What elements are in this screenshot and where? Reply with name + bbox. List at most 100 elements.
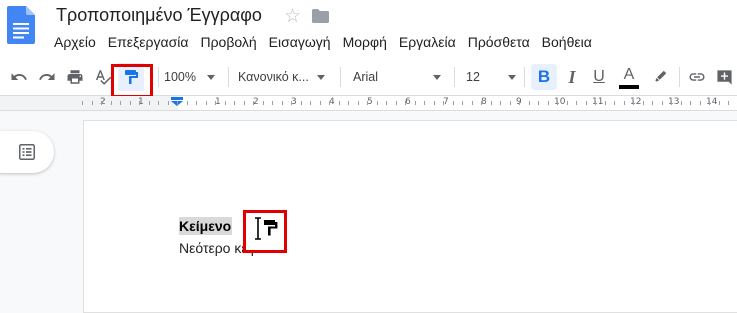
ruler-tick (586, 101, 587, 105)
ruler-tick (462, 101, 463, 105)
document-canvas (0, 111, 737, 313)
paint-format-cursor-icon (255, 217, 278, 240)
ruler-tick (158, 101, 159, 105)
ruler-tick (320, 101, 321, 105)
ruler-tick (187, 101, 188, 105)
text-color-bar (619, 85, 639, 89)
menu-view[interactable]: Προβολή (200, 34, 256, 50)
menu-tools[interactable]: Εργαλεία (399, 34, 456, 50)
ruler-tick (377, 101, 378, 105)
toolbar-divider (158, 67, 159, 87)
folder-icon[interactable] (312, 9, 329, 23)
underline-button[interactable]: U (587, 58, 611, 96)
insert-comment-button[interactable] (713, 58, 735, 96)
insert-link-button[interactable] (685, 58, 709, 96)
style-value: Κανονικό κ... (238, 70, 309, 84)
ruler-tick (595, 101, 596, 105)
ruler-tick (177, 101, 178, 105)
menu-addons[interactable]: Πρόσθετα (468, 34, 530, 50)
font-value: Arial (353, 70, 379, 84)
star-icon[interactable]: ☆ (284, 5, 301, 28)
redo-button[interactable] (36, 58, 58, 96)
redo-icon (39, 73, 55, 80)
ruler-tick (139, 101, 140, 105)
ruler-number: 12 (630, 97, 642, 107)
ruler-tick (310, 101, 311, 105)
bold-button[interactable]: B (531, 64, 557, 90)
chevron-down-icon (316, 74, 325, 80)
print-icon (67, 70, 83, 84)
ruler-tick (234, 101, 235, 105)
toolbar-divider (524, 67, 525, 87)
highlight-color-button[interactable] (648, 58, 672, 96)
link-icon (689, 73, 705, 81)
ruler-tick (348, 101, 349, 105)
ruler-tick (120, 101, 121, 105)
docs-logo-icon[interactable] (7, 6, 35, 44)
ruler-tick (82, 101, 83, 105)
zoom-value: 100% (164, 70, 196, 84)
ruler-tick (92, 101, 93, 105)
print-button[interactable] (64, 58, 86, 96)
ruler-tick (519, 101, 520, 105)
document-text-line[interactable]: Κείμενο (179, 217, 233, 235)
font-select[interactable]: Arial (353, 58, 443, 96)
menu-format[interactable]: Μορφή (343, 34, 387, 50)
ruler-number: 11 (592, 97, 604, 107)
ruler-tick (671, 101, 672, 105)
font-size-select[interactable]: 12 (466, 58, 518, 96)
ruler-tick (633, 101, 634, 105)
ruler-tick (396, 101, 397, 105)
ruler: 2 1 1 2 3 4 5 6 7 8 9 10 11 12 13 14 (0, 96, 737, 111)
docs-window: Τροποποιημένο Έγγραφο ☆ Αρχείο Επεξεργασ… (0, 0, 737, 313)
style-select[interactable]: Κανονικό κ... (238, 58, 334, 96)
ruler-tick (510, 101, 511, 105)
ruler-tick (548, 101, 549, 105)
ruler-tick (529, 101, 530, 105)
ruler-tick (624, 101, 625, 105)
ruler-tick (453, 101, 454, 105)
ruler-tick (481, 101, 482, 105)
ruler-tick (719, 101, 720, 105)
ruler-tick (415, 101, 416, 105)
ruler-tick (605, 101, 606, 105)
undo-icon (11, 73, 27, 80)
ruler-tick (329, 101, 330, 105)
ruler-tick (339, 101, 340, 105)
chevron-down-icon (508, 74, 516, 80)
ruler-tick (206, 101, 207, 105)
ruler-tick (681, 101, 682, 105)
ruler-tick (728, 101, 729, 105)
menu-bar: Αρχείο Επεξεργασία Προβολή Εισαγωγή Μορφ… (54, 34, 604, 50)
ruler-tick (253, 101, 254, 105)
menu-file[interactable]: Αρχείο (54, 34, 96, 50)
ruler-tick (652, 101, 653, 105)
ruler-tick (101, 101, 102, 105)
document-title[interactable]: Τροποποιημένο Έγγραφο (56, 5, 262, 26)
menu-insert[interactable]: Εισαγωγή (269, 34, 331, 50)
ruler-tick (434, 101, 435, 105)
ruler-tick (282, 101, 283, 105)
ruler-tick (472, 101, 473, 105)
zoom-select[interactable]: 100% (164, 58, 222, 96)
header: Τροποποιημένο Έγγραφο ☆ Αρχείο Επεξεργασ… (0, 0, 737, 58)
ruler-number: 10 (554, 97, 566, 107)
ruler-tick (443, 101, 444, 105)
ruler-tick (405, 101, 406, 105)
underline-icon: U (593, 68, 605, 85)
ruler-tick (662, 101, 663, 105)
ruler-tick (643, 101, 644, 105)
undo-button[interactable] (8, 58, 30, 96)
ruler-tick (291, 101, 292, 105)
text-color-button[interactable]: A (616, 58, 642, 96)
italic-button[interactable]: I (560, 58, 584, 96)
menu-edit[interactable]: Επεξεργασία (108, 34, 189, 50)
menu-help[interactable]: Βοήθεια (542, 34, 592, 50)
ruler-tick (557, 101, 558, 105)
ruler-tick (215, 101, 216, 105)
ruler-tick (244, 101, 245, 105)
ruler-tick (358, 101, 359, 105)
ruler-tick (111, 101, 112, 105)
text-color-icon: A (623, 66, 635, 83)
toolbar: 100% Κανονικό κ... Arial 12 B I U A (0, 58, 737, 98)
